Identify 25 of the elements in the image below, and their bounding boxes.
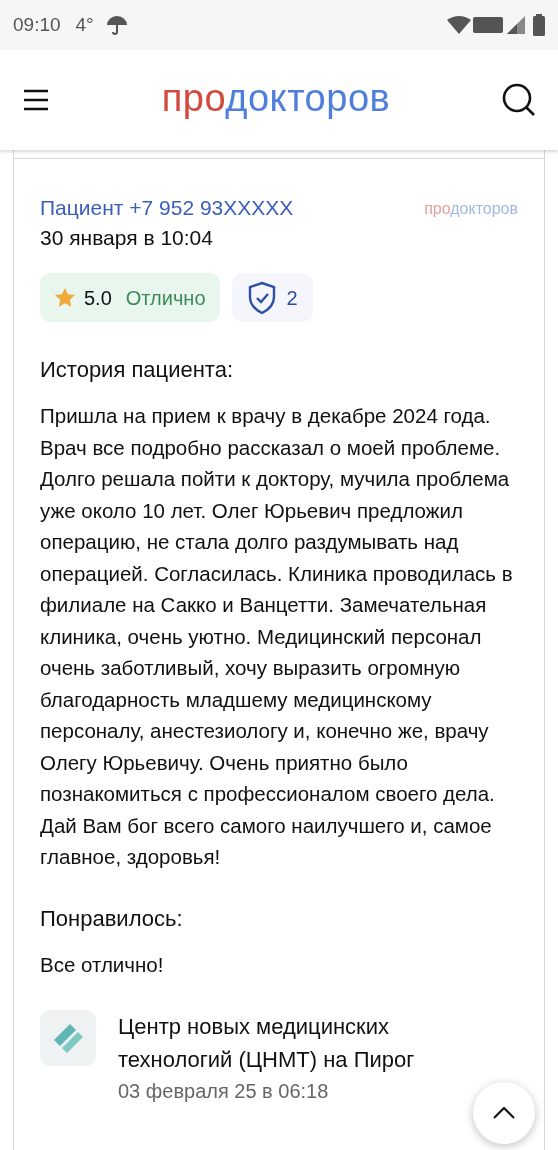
star-icon — [54, 287, 76, 308]
umbrella-icon — [105, 14, 128, 36]
shield-check-icon — [246, 280, 277, 315]
status-time: 09:10 — [13, 12, 61, 37]
section-heading: Понравилось: — [40, 904, 184, 933]
menu-icon[interactable] — [22, 89, 50, 111]
review-date: 30 января в 10:04 — [40, 225, 214, 251]
clinic-logo-icon — [40, 1010, 96, 1066]
rating-label: Отлично — [125, 285, 206, 311]
section-text: Пришла на прием к врачу в декабре 2024 года. Врач все подробно рассказал о моей проблеме. Долго решала пойти к доктору, мучила проблема уже около 10 лет. Олег Юрьевич предложил операцию, не стала долго раздумывать над операцией. Согласилась. Клиника проводилась в филиале на Сакко и Ванцетти. Замечательная клиника, очень уютно. Медицинский персонал очень заботливый, хочу выразить огромную благодарность младшему медицинскому персоналу, анестезиологу и, конечно же, врачу Олегу Юрьевичу. Очень приятно было познакомиться с профессионалом своего дела. Дай Вам бог всего самого наилучшего и, самое главное, здоровья! — [40, 403, 514, 870]
section-text: Все отлично! — [40, 951, 165, 978]
author-name[interactable]: Пациент +7 952 93XXXXX — [40, 193, 294, 223]
temperature: 4° — [75, 12, 94, 37]
search-icon[interactable] — [502, 83, 536, 117]
section-heading: История пациента: — [40, 356, 235, 384]
verified-count: 2 — [286, 285, 298, 311]
rating-score: 5.0 — [84, 285, 112, 311]
source-logo: продокторов — [424, 199, 518, 219]
reply-date: 03 февраля 25 в 06:18 — [118, 1079, 330, 1104]
wifi-icon — [447, 16, 471, 34]
signal-icon — [507, 16, 525, 34]
logo[interactable]: продокторов — [161, 79, 391, 121]
battery-icon — [533, 14, 545, 36]
chevron-up-icon — [493, 1107, 515, 1119]
clinic-name[interactable]: Центр новых медицинских технологий (ЦНМТ) на Пирог — [118, 1010, 508, 1076]
